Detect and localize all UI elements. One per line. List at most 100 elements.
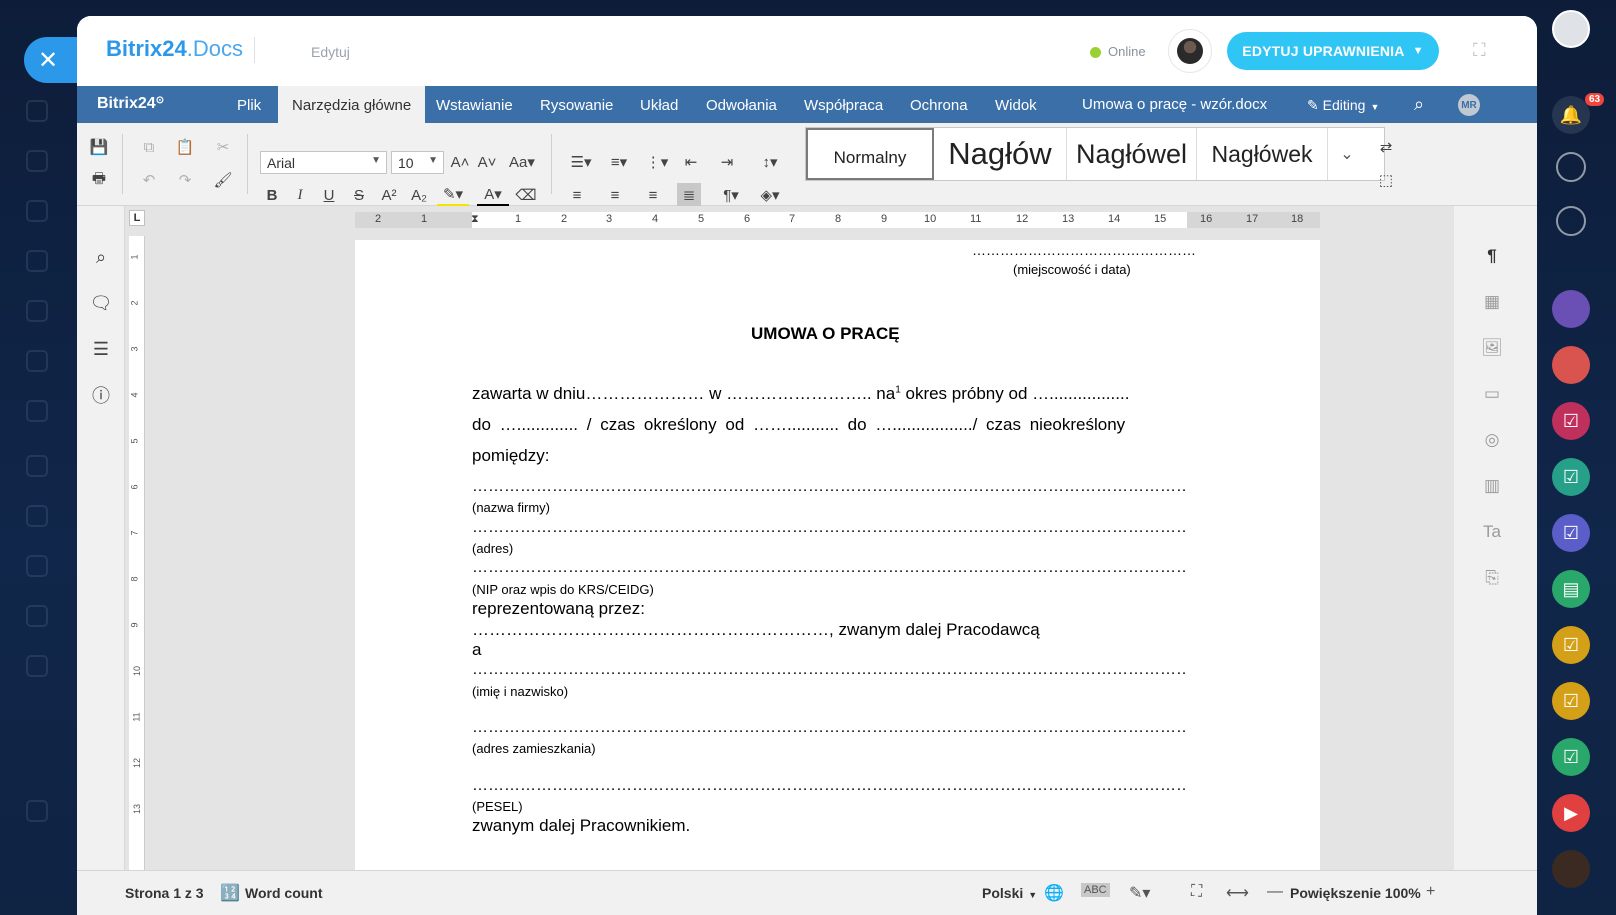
chart-settings-icon[interactable]: ▥ xyxy=(1480,474,1504,498)
navigation-icon[interactable]: ☰ xyxy=(90,338,112,360)
tab-narzedzia-glowne[interactable]: Narzędzia główne xyxy=(278,86,426,123)
increase-font-icon[interactable]: A˄ xyxy=(448,150,472,174)
bullet-list-icon[interactable]: ☰▾ xyxy=(565,150,597,174)
task-check-icon[interactable]: ☑ xyxy=(1552,682,1590,720)
fullscreen-icon[interactable]: ⛶ xyxy=(1473,40,1493,60)
info-icon[interactable]: ⓘ xyxy=(90,384,112,406)
image-settings-icon[interactable]: 🖼 xyxy=(1480,336,1504,360)
chat-search-icon[interactable] xyxy=(1556,206,1586,236)
fit-page-icon[interactable]: ⛶ xyxy=(1191,883,1202,901)
target-icon[interactable] xyxy=(1556,152,1586,182)
task-check-icon[interactable]: ☑ xyxy=(1552,738,1590,776)
font-name-select[interactable]: Arial ▼ xyxy=(260,151,387,174)
shading-icon[interactable]: ◈▾ xyxy=(753,183,787,207)
justify-icon[interactable]: ≣ xyxy=(677,183,701,207)
task-check-icon[interactable]: ☑ xyxy=(1552,514,1590,552)
user-avatar[interactable] xyxy=(1552,10,1590,48)
contact-avatar[interactable] xyxy=(1552,850,1590,888)
strikethrough-icon[interactable]: S xyxy=(347,183,371,207)
tab-ochrona[interactable]: Ochrona xyxy=(910,86,968,123)
format-painter-icon[interactable]: 🖌 xyxy=(211,168,235,192)
decrease-font-icon[interactable]: A˅ xyxy=(475,150,499,174)
table-settings-icon[interactable]: ▦ xyxy=(1480,290,1504,314)
header-footer-icon[interactable]: ▭ xyxy=(1480,382,1504,406)
align-center-icon[interactable]: ≡ xyxy=(603,183,627,207)
increase-indent-icon[interactable]: ⇥ xyxy=(715,150,739,174)
clear-formatting-icon[interactable]: ⌫ xyxy=(514,183,538,207)
line-spacing-icon[interactable]: ↕▾ xyxy=(753,150,787,174)
search-icon[interactable]: ⌕ xyxy=(90,246,112,268)
save-icon[interactable]: 💾 xyxy=(87,135,111,159)
subscript-icon[interactable]: A₂ xyxy=(407,183,431,207)
copy-icon[interactable]: ⧉ xyxy=(137,135,161,159)
word-count-button[interactable]: Word count xyxy=(245,885,323,901)
nonprinting-chars-icon[interactable]: ¶▾ xyxy=(715,183,747,207)
change-case-icon[interactable]: Aa▾ xyxy=(505,150,539,174)
bold-icon[interactable]: B xyxy=(260,183,284,207)
video-icon[interactable]: ▶ xyxy=(1552,794,1590,832)
tab-wspolpraca[interactable]: Współpraca xyxy=(804,86,883,123)
redo-icon[interactable]: ↷ xyxy=(173,168,197,192)
paragraph-settings-icon[interactable]: ¶ xyxy=(1480,244,1504,268)
text-art-icon[interactable]: Ta xyxy=(1480,520,1504,544)
close-slider-button[interactable]: ✕ xyxy=(24,37,80,83)
language-select[interactable]: Polski ▼ xyxy=(982,885,1037,901)
document-page[interactable]: ………………………………………… (miejscowość i data) UM… xyxy=(355,240,1320,870)
comment-icon[interactable]: 🗨 xyxy=(90,292,113,314)
tab-widok[interactable]: Widok xyxy=(995,86,1037,123)
vertical-ruler[interactable]: 1 2 3 4 5 6 7 8 9 10 11 12 13 xyxy=(129,236,145,870)
document-canvas[interactable]: L 2 1 ⧗ 1 2 3 4 5 6 7 8 9 10 11 12 13 14… xyxy=(125,206,1454,870)
task-check-icon[interactable]: ☑ xyxy=(1552,402,1590,440)
print-icon[interactable]: 🖶 xyxy=(87,168,111,192)
task-check-icon[interactable]: ☑ xyxy=(1552,626,1590,664)
user-initials-avatar[interactable]: MR xyxy=(1458,94,1480,116)
tab-rysowanie[interactable]: Rysowanie xyxy=(540,86,613,123)
style-heading-3[interactable]: Nagłówek xyxy=(1197,128,1328,180)
select-all-icon[interactable]: ⬚ xyxy=(1374,168,1398,192)
edit-permissions-button[interactable]: EDYTUJ UPRAWNIENIA ▼ xyxy=(1227,32,1439,70)
bell-icon[interactable]: 🔔 xyxy=(1552,96,1590,134)
paste-icon[interactable]: 📋 xyxy=(173,135,197,159)
fit-width-icon[interactable]: ⟷ xyxy=(1226,883,1249,903)
style-heading-2[interactable]: Nagłówel xyxy=(1067,128,1197,180)
track-changes-icon[interactable]: ✎▾ xyxy=(1129,883,1150,903)
italic-icon[interactable]: I xyxy=(288,183,312,207)
contact-avatar[interactable] xyxy=(1552,346,1590,384)
tab-plik[interactable]: Plik xyxy=(237,86,261,123)
document-icon[interactable]: ▤ xyxy=(1552,570,1590,608)
font-color-icon[interactable]: A▾ xyxy=(477,183,509,207)
highlight-color-icon[interactable]: ✎▾ xyxy=(437,183,469,207)
zoom-out-icon[interactable]: — xyxy=(1267,883,1283,901)
styles-expand-chevron-icon[interactable]: ⌄ xyxy=(1328,128,1366,180)
user-avatar[interactable] xyxy=(1168,29,1212,73)
search-icon[interactable]: ⌕ xyxy=(1414,94,1424,115)
indent-marker-icon[interactable]: ⧗ xyxy=(471,213,479,226)
horizontal-ruler[interactable]: 2 1 ⧗ 1 2 3 4 5 6 7 8 9 10 11 12 13 14 1… xyxy=(355,212,1320,228)
decrease-indent-icon[interactable]: ⇤ xyxy=(679,150,703,174)
numbered-list-icon[interactable]: ≡▾ xyxy=(603,150,635,174)
editing-mode-dropdown[interactable]: ✎ Editing ▼ xyxy=(1307,97,1379,114)
tab-wstawianie[interactable]: Wstawianie xyxy=(436,86,513,123)
underline-icon[interactable]: U xyxy=(317,183,341,207)
font-size-select[interactable]: 10 ▼ xyxy=(391,151,444,174)
contact-avatar[interactable] xyxy=(1552,290,1590,328)
multilevel-list-icon[interactable]: ⋮▾ xyxy=(641,150,673,174)
mail-merge-icon[interactable]: ⎘ xyxy=(1480,566,1504,590)
tab-odwolania[interactable]: Odwołania xyxy=(706,86,777,123)
replace-icon[interactable]: ⇄ xyxy=(1374,135,1398,159)
task-check-icon[interactable]: ☑ xyxy=(1552,458,1590,496)
globe-icon[interactable]: 🌐 xyxy=(1044,883,1064,903)
style-heading-1[interactable]: Nagłów xyxy=(934,128,1067,180)
spell-check-icon[interactable]: ABC xyxy=(1081,883,1110,897)
zoom-in-icon[interactable]: + xyxy=(1426,883,1435,901)
superscript-icon[interactable]: A² xyxy=(377,183,401,207)
align-left-icon[interactable]: ≡ xyxy=(565,183,589,207)
page-indicator[interactable]: Strona 1 z 3 xyxy=(125,885,204,901)
align-right-icon[interactable]: ≡ xyxy=(641,183,665,207)
undo-icon[interactable]: ↶ xyxy=(137,168,161,192)
tab-uklad[interactable]: Układ xyxy=(640,86,678,123)
shape-settings-icon[interactable]: ◎ xyxy=(1480,428,1504,452)
cut-icon[interactable]: ✂ xyxy=(211,135,235,159)
style-normal[interactable]: Normalny xyxy=(806,128,934,180)
tab-stop-selector[interactable]: L xyxy=(129,210,145,226)
